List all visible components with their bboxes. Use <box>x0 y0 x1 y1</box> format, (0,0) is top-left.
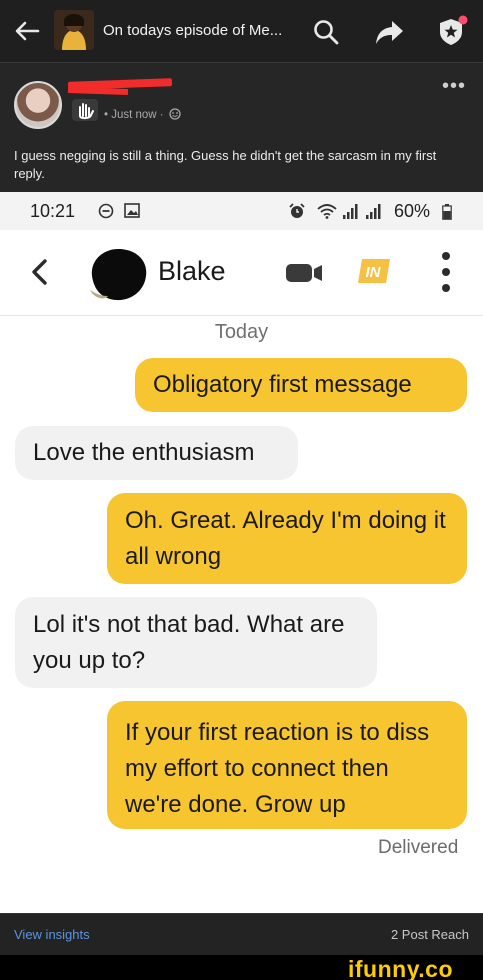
contact-avatar-redacted[interactable] <box>86 246 150 302</box>
post-caption: I guess negging is still a thing. Guess … <box>14 148 437 181</box>
emoji-icon[interactable] <box>169 108 181 120</box>
post-meta: • Just now · <box>104 108 181 121</box>
image-icon <box>124 203 140 218</box>
message-bubble-outgoing[interactable]: If your first reaction is to diss my eff… <box>107 701 467 829</box>
phone-status-bar: 10:21 60% <box>0 192 483 230</box>
channel-title[interactable]: On todays episode of Me... <box>103 22 282 39</box>
battery-icon <box>442 204 452 220</box>
contact-name[interactable]: Blake <box>158 256 226 287</box>
post-header: • Just now · ••• I guess negging is stil… <box>0 62 483 192</box>
post-insights-bar: View insights 2 Post Reach <box>0 913 483 955</box>
battery-percent: 60% <box>394 201 431 221</box>
back-arrow-icon[interactable] <box>12 16 42 46</box>
share-icon[interactable] <box>374 18 404 46</box>
alarm-icon <box>289 203 305 218</box>
redacted-username-underline <box>67 86 129 96</box>
dnd-icon <box>98 203 114 219</box>
in-badge-icon[interactable]: IN <box>356 257 392 285</box>
search-icon[interactable] <box>312 18 340 46</box>
date-divider: Today <box>214 321 269 343</box>
chat-header: Blake IN <box>0 230 483 316</box>
delivery-status: Delivered <box>378 837 459 858</box>
top-app-bar: On todays episode of Me... <box>0 0 483 62</box>
wifi-icon <box>317 204 337 219</box>
post-timestamp: • Just now · <box>104 109 164 121</box>
message-bubble-incoming[interactable]: Love the enthusiasm <box>15 426 298 480</box>
author-avatar[interactable] <box>14 81 62 129</box>
watermark-strip: ifunny.co <box>0 955 483 980</box>
signal-icon <box>366 204 381 219</box>
message-bubble-outgoing[interactable]: Oh. Great. Already I'm doing it all wron… <box>107 493 467 584</box>
message-bubble-incoming[interactable]: Lol it's not that bad. What are you up t… <box>15 597 377 688</box>
chevron-left-icon[interactable] <box>30 258 48 286</box>
video-call-icon[interactable] <box>284 263 326 283</box>
more-options-button[interactable]: ••• <box>442 76 466 96</box>
shield-notification-icon[interactable] <box>436 14 470 48</box>
in-badge-label: IN <box>366 264 382 281</box>
kebab-menu-icon[interactable] <box>440 250 452 294</box>
message-bubble-outgoing[interactable]: Obligatory first message <box>135 358 467 412</box>
view-insights-link[interactable]: View insights <box>14 927 90 942</box>
ifunny-watermark: ifunny.co <box>348 956 454 980</box>
signal-icon <box>343 204 358 219</box>
hand-wave-icon <box>72 99 98 121</box>
status-time: 10:21 <box>30 201 76 221</box>
channel-avatar[interactable] <box>54 10 94 50</box>
post-reach-count: 2 Post Reach <box>390 927 469 942</box>
chat-screenshot: 10:21 60% Blake IN Today Obligatory firs… <box>0 192 483 913</box>
